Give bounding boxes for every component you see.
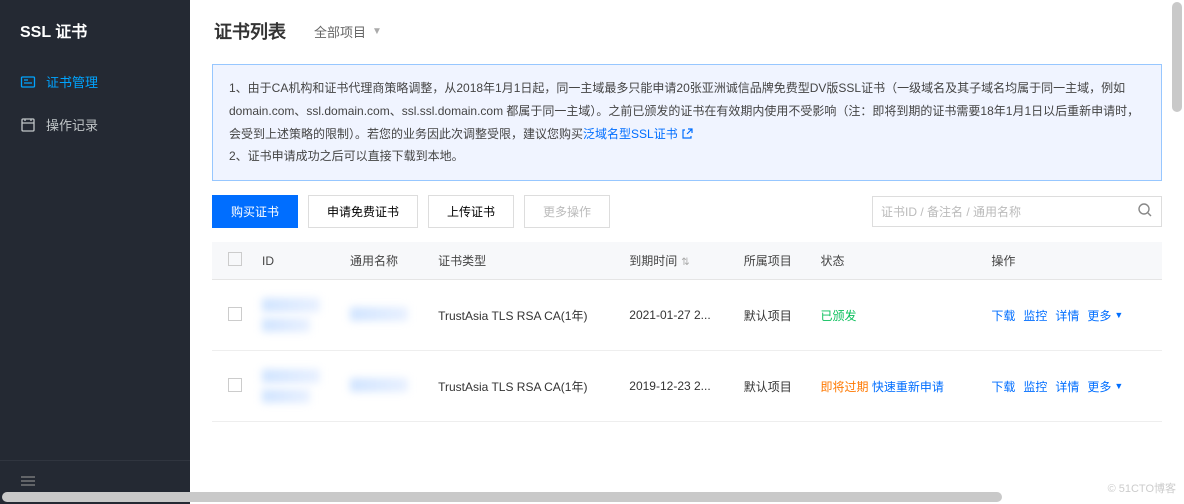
status-badge: 已颁发 bbox=[821, 309, 857, 323]
cell-common-name bbox=[340, 351, 428, 422]
redacted bbox=[262, 369, 320, 383]
action-more[interactable]: 更多▼ bbox=[1087, 307, 1123, 324]
cell-action: 下载监控详情更多▼ bbox=[981, 280, 1162, 351]
status-badge: 即将过期 bbox=[821, 380, 869, 394]
action-2[interactable]: 详情 bbox=[1055, 309, 1079, 323]
cell-id bbox=[252, 351, 340, 422]
cell-id bbox=[252, 280, 340, 351]
redacted bbox=[262, 318, 310, 332]
col-action: 操作 bbox=[981, 242, 1162, 280]
page-title: 证书列表 bbox=[214, 18, 286, 44]
action-2[interactable]: 详情 bbox=[1055, 380, 1079, 394]
collapse-icon[interactable] bbox=[20, 475, 36, 490]
row-checkbox[interactable] bbox=[228, 307, 242, 321]
sidebar: SSL 证书 证书管理 操作记录 bbox=[0, 0, 190, 504]
cert-icon bbox=[20, 74, 36, 90]
nav-label: 操作记录 bbox=[46, 115, 98, 134]
quick-reapply-link[interactable]: 快速重新申请 bbox=[872, 380, 944, 394]
action-1[interactable]: 监控 bbox=[1023, 309, 1047, 323]
cell-status: 即将过期 快速重新申请 bbox=[811, 351, 982, 422]
action-0[interactable]: 下载 bbox=[991, 380, 1015, 394]
notice-banner: 1、由于CA机构和证书代理商策略调整，从2018年1月1日起，同一主域最多只能申… bbox=[212, 64, 1162, 181]
project-label: 全部项目 bbox=[314, 22, 366, 41]
chevron-down-icon: ▼ bbox=[372, 26, 382, 37]
scrollbar-horizontal[interactable] bbox=[2, 492, 1002, 502]
cell-common-name bbox=[340, 280, 428, 351]
redacted bbox=[350, 307, 408, 321]
redacted bbox=[350, 378, 408, 392]
row-checkbox[interactable] bbox=[228, 378, 242, 392]
cell-status: 已颁发 bbox=[811, 280, 982, 351]
wildcard-ssl-link[interactable]: 泛域名型SSL证书 bbox=[583, 123, 693, 146]
col-common-name: 通用名称 bbox=[340, 242, 428, 280]
select-all-checkbox[interactable] bbox=[228, 252, 242, 266]
col-id: ID bbox=[252, 242, 340, 280]
redacted bbox=[262, 389, 310, 403]
main-content: 证书列表 全部项目 ▼ 1、由于CA机构和证书代理商策略调整，从2018年1月1… bbox=[190, 0, 1184, 504]
cert-table: ID 通用名称 证书类型 到期时间⇅ 所属项目 状态 操作 TrustAsia … bbox=[212, 242, 1162, 422]
action-1[interactable]: 监控 bbox=[1023, 380, 1047, 394]
cell-project: 默认项目 bbox=[734, 280, 811, 351]
notice-line1: 1、由于CA机构和证书代理商策略调整，从2018年1月1日起，同一主域最多只能申… bbox=[229, 77, 1145, 145]
chevron-down-icon: ▼ bbox=[1114, 381, 1123, 391]
table-row: TrustAsia TLS RSA CA(1年) 2019-12-23 2...… bbox=[212, 351, 1162, 422]
cell-cert-type: TrustAsia TLS RSA CA(1年) bbox=[428, 351, 619, 422]
search-box[interactable] bbox=[872, 196, 1162, 227]
sidebar-title: SSL 证书 bbox=[0, 0, 190, 60]
toolbar: 购买证书 申请免费证书 上传证书 更多操作 bbox=[190, 195, 1184, 242]
col-cert-type: 证书类型 bbox=[428, 242, 619, 280]
sidebar-nav: 证书管理 操作记录 bbox=[0, 60, 190, 460]
scrollbar-vertical[interactable] bbox=[1172, 2, 1182, 112]
search-icon[interactable] bbox=[1137, 202, 1153, 221]
cell-cert-type: TrustAsia TLS RSA CA(1年) bbox=[428, 280, 619, 351]
notice-line2: 2、证书申请成功之后可以直接下载到本地。 bbox=[229, 145, 1145, 168]
project-selector[interactable]: 全部项目 ▼ bbox=[314, 22, 382, 41]
table-row: TrustAsia TLS RSA CA(1年) 2021-01-27 2...… bbox=[212, 280, 1162, 351]
cell-expire: 2019-12-23 2... bbox=[619, 351, 733, 422]
col-project: 所属项目 bbox=[734, 242, 811, 280]
cell-expire: 2021-01-27 2... bbox=[619, 280, 733, 351]
table-header-row: ID 通用名称 证书类型 到期时间⇅ 所属项目 状态 操作 bbox=[212, 242, 1162, 280]
col-checkbox bbox=[212, 242, 252, 280]
cell-action: 下载监控详情更多▼ bbox=[981, 351, 1162, 422]
log-icon bbox=[20, 117, 36, 133]
watermark: © 51CTO博客 bbox=[1108, 480, 1176, 496]
col-status: 状态 bbox=[811, 242, 982, 280]
col-expire[interactable]: 到期时间⇅ bbox=[619, 242, 733, 280]
upload-cert-button[interactable]: 上传证书 bbox=[428, 195, 514, 228]
action-more[interactable]: 更多▼ bbox=[1087, 378, 1123, 395]
sort-icon: ⇅ bbox=[681, 257, 689, 268]
nav-label: 证书管理 bbox=[46, 72, 98, 91]
buy-cert-button[interactable]: 购买证书 bbox=[212, 195, 298, 228]
nav-item-op-log[interactable]: 操作记录 bbox=[0, 103, 190, 146]
chevron-down-icon: ▼ bbox=[1114, 310, 1123, 320]
search-input[interactable] bbox=[881, 205, 1137, 219]
redacted bbox=[262, 298, 320, 312]
cell-project: 默认项目 bbox=[734, 351, 811, 422]
page-header: 证书列表 全部项目 ▼ bbox=[190, 0, 1184, 58]
apply-free-button[interactable]: 申请免费证书 bbox=[308, 195, 418, 228]
nav-item-cert-manage[interactable]: 证书管理 bbox=[0, 60, 190, 103]
action-0[interactable]: 下载 bbox=[991, 309, 1015, 323]
external-link-icon bbox=[681, 128, 693, 140]
more-actions-button[interactable]: 更多操作 bbox=[524, 195, 610, 228]
